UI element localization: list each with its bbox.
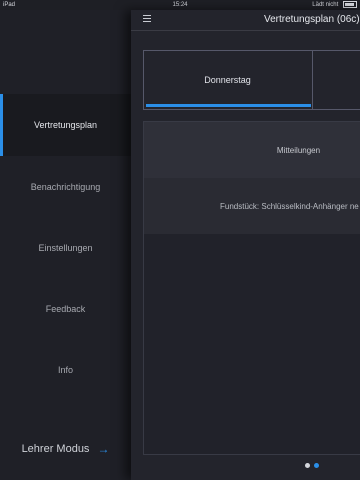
page-dot-active[interactable] [314, 463, 319, 468]
drawer-item-benachrichtigung[interactable]: Benachrichtigung [0, 156, 131, 218]
page-dot[interactable] [305, 463, 310, 468]
notices-header: Mitteilungen [144, 122, 360, 178]
battery-text: Lädt nicht [312, 2, 339, 8]
tab-donnerstag[interactable]: Donnerstag [144, 51, 311, 109]
drawer-item-einstellungen[interactable]: Einstellungen [0, 217, 131, 279]
drawer-item-label: Feedback [45, 304, 86, 314]
battery-icon [343, 0, 357, 8]
drawer-item-label: Benachrichtigung [30, 182, 101, 192]
tab-selected-indicator [146, 104, 311, 107]
status-bar: iPad 15:24 Lädt nicht [0, 0, 360, 10]
day-tabs: Donnerstag [143, 50, 360, 110]
drawer-item-label: Info [57, 365, 73, 375]
side-drawer: Vertretungsplan Benachrichtigung Einstel… [0, 10, 131, 480]
drawer-item-label: Einstellungen [38, 243, 93, 253]
drawer-item-label: Vertretungsplan [33, 120, 98, 130]
main-panel: Vertretungsplan (06c) Donnerstag Mitteil… [131, 10, 360, 480]
notice-item: Fundstück: Schlüsselkind-Anhänger ne [144, 178, 360, 234]
clock: 15:24 [172, 2, 188, 8]
notices-header-label: Mitteilungen [276, 145, 321, 155]
tab-label: Donnerstag [204, 75, 251, 85]
arrow-right-icon: → [97, 442, 110, 456]
drawer-item-feedback[interactable]: Feedback [0, 278, 131, 340]
menu-icon[interactable] [143, 15, 151, 23]
lehrer-modus-button[interactable]: Lehrer Modus → [0, 435, 131, 463]
notice-item-text: Fundstück: Schlüsselkind-Anhänger ne [220, 201, 359, 211]
header-bar: Vertretungsplan (06c) [131, 10, 360, 31]
lehrer-modus-label: Lehrer Modus [21, 443, 90, 455]
drawer-item-vertretungsplan[interactable]: Vertretungsplan [0, 94, 131, 156]
notices-panel: Mitteilungen Fundstück: Schlüsselkind-An… [143, 121, 360, 455]
battery-status: Lädt nicht [312, 0, 357, 10]
drawer-item-info[interactable]: Info [0, 339, 131, 401]
page-indicator[interactable] [305, 463, 319, 468]
tab-next-day[interactable] [312, 51, 360, 109]
page-title: Vertretungsplan (06c) [264, 14, 360, 25]
